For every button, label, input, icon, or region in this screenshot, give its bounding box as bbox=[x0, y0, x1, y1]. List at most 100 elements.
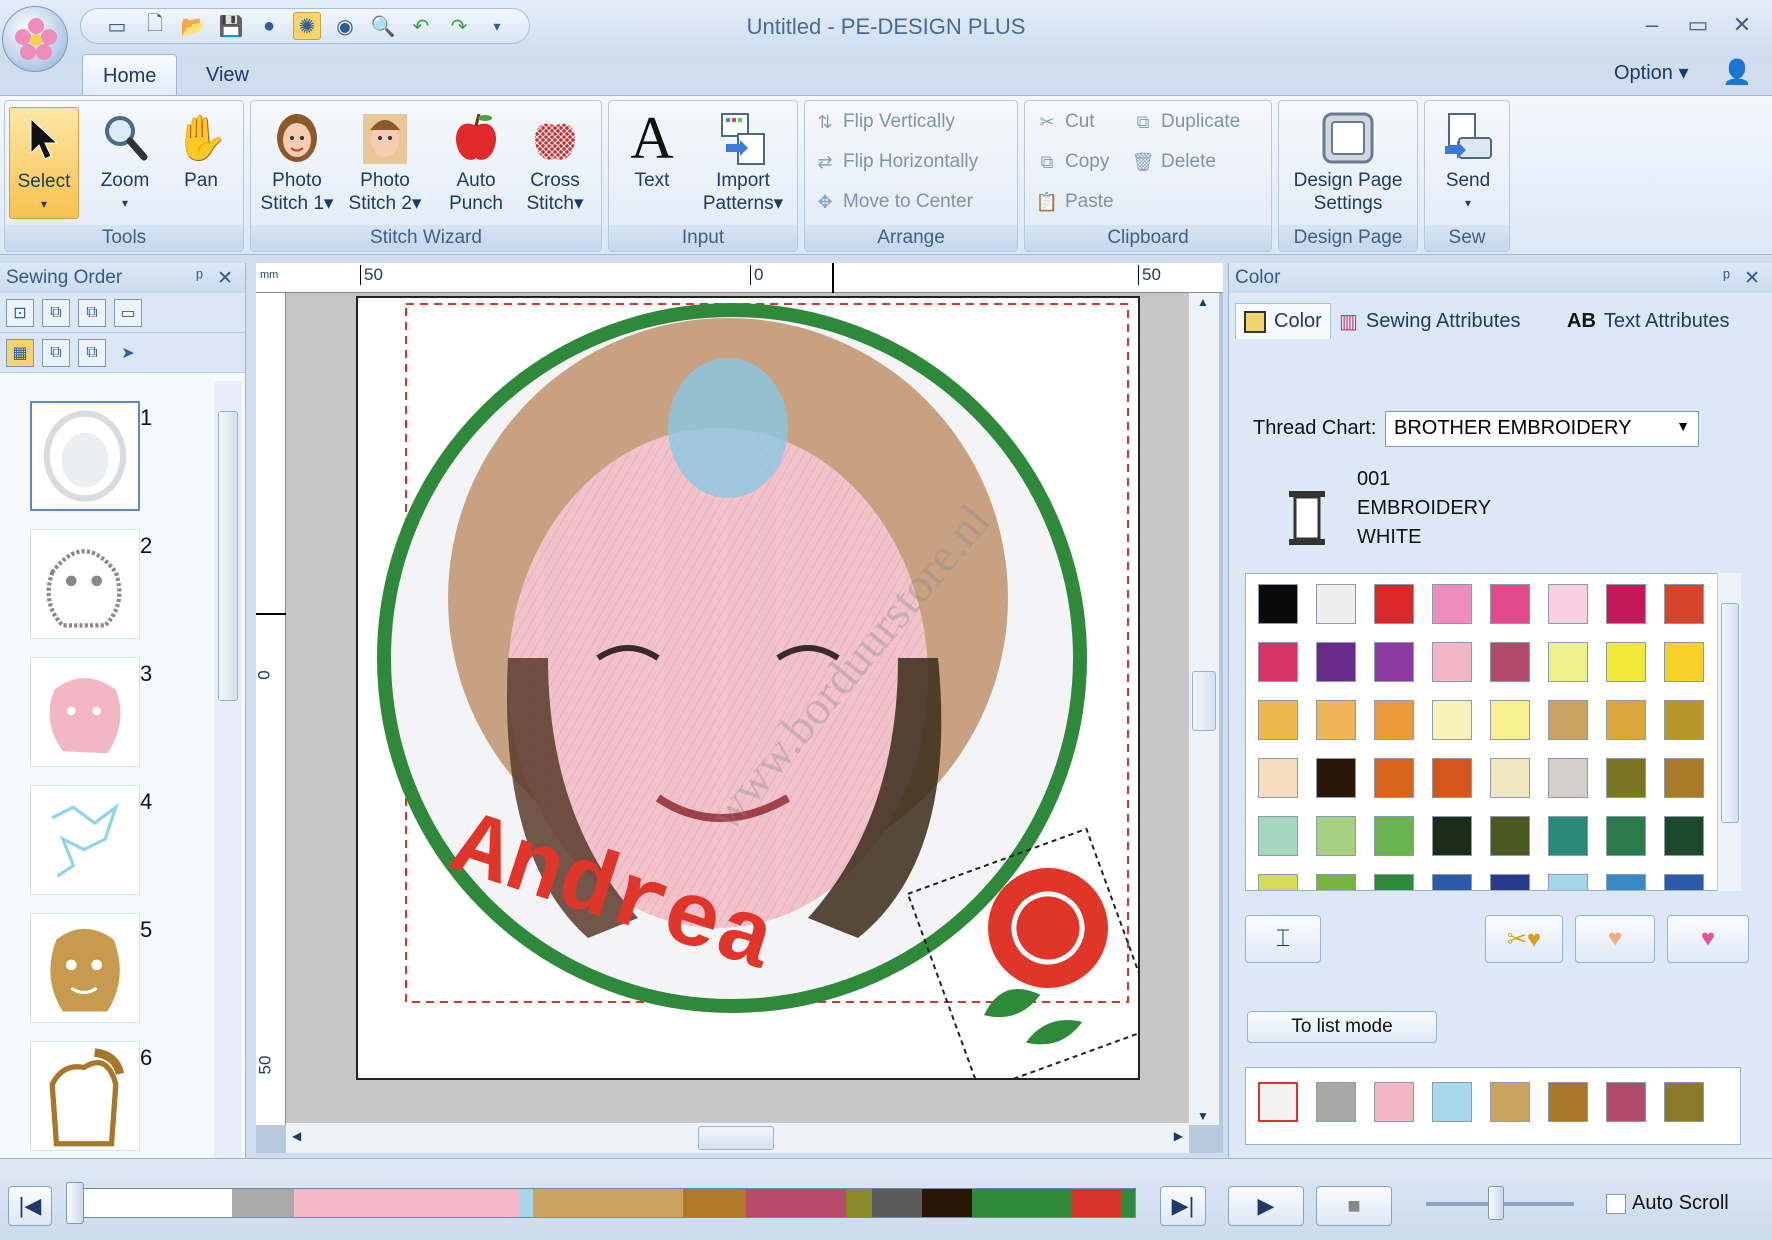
used-color-swatch[interactable] bbox=[1606, 1082, 1646, 1122]
tab-color[interactable]: Color bbox=[1235, 303, 1331, 339]
thread-color-swatch[interactable] bbox=[1606, 874, 1646, 890]
thread-color-swatch[interactable] bbox=[1490, 758, 1530, 798]
maximize-button[interactable]: ▭ bbox=[1680, 12, 1716, 38]
photo-stitch-1-button[interactable]: Photo Stitch 1▾ bbox=[257, 107, 337, 219]
speed-slider-handle[interactable] bbox=[1488, 1186, 1504, 1220]
palette-scrollbar[interactable] bbox=[1717, 573, 1741, 891]
thread-color-swatch[interactable] bbox=[1316, 874, 1356, 890]
sewing-order-item-2[interactable] bbox=[30, 529, 140, 639]
play-button[interactable]: ▶ bbox=[1228, 1186, 1304, 1226]
zoom-button[interactable]: Zoom ▾ bbox=[89, 107, 161, 219]
sewing-order-item-6[interactable] bbox=[30, 1041, 140, 1151]
application-menu-button[interactable] bbox=[2, 6, 68, 72]
close-panel-button[interactable]: ✕ bbox=[217, 267, 233, 290]
thread-color-swatch[interactable] bbox=[1374, 584, 1414, 624]
thread-color-swatch[interactable] bbox=[1606, 816, 1646, 856]
thread-color-swatch[interactable] bbox=[1258, 816, 1298, 856]
thread-color-swatch[interactable] bbox=[1490, 584, 1530, 624]
used-color-swatch[interactable] bbox=[1316, 1082, 1356, 1122]
stop-button[interactable]: ■ bbox=[1316, 1186, 1392, 1226]
close-button[interactable]: ✕ bbox=[1724, 12, 1760, 38]
embroidery-design[interactable]: Andrea www.borduurstore.nl bbox=[358, 298, 1160, 1093]
auto-punch-button[interactable]: Auto Punch bbox=[441, 107, 511, 219]
thread-color-swatch[interactable] bbox=[1606, 584, 1646, 624]
flip-vertically-button[interactable]: ⇅ Flip Vertically bbox=[813, 107, 954, 137]
thread-color-swatch[interactable] bbox=[1316, 584, 1356, 624]
move-forward-icon[interactable]: ⧉ bbox=[42, 298, 70, 327]
go-to-end-button[interactable]: ▶| bbox=[1160, 1186, 1206, 1226]
option-menu[interactable]: Option ▾ bbox=[1614, 60, 1689, 85]
scroll-up-icon[interactable]: ▲ bbox=[1197, 295, 1209, 309]
thread-color-swatch[interactable] bbox=[1490, 874, 1530, 890]
pin-icon[interactable]: ᵖ bbox=[1723, 267, 1730, 289]
thread-color-swatch[interactable] bbox=[1490, 642, 1530, 682]
go-to-start-button[interactable]: |◀ bbox=[8, 1186, 52, 1226]
scroll-thumb[interactable] bbox=[698, 1126, 774, 1150]
pan-button[interactable]: ✋ Pan bbox=[165, 107, 237, 219]
thread-color-swatch[interactable] bbox=[1374, 874, 1414, 890]
import-patterns-button[interactable]: Import Patterns▾ bbox=[695, 107, 791, 219]
scroll-left-icon[interactable]: ◀ bbox=[292, 1129, 301, 1143]
thread-color-swatch[interactable] bbox=[1374, 816, 1414, 856]
used-color-swatch[interactable] bbox=[1432, 1082, 1472, 1122]
thread-color-swatch[interactable] bbox=[1258, 584, 1298, 624]
close-panel-button[interactable]: ✕ bbox=[1744, 267, 1760, 290]
tab-view[interactable]: View bbox=[186, 54, 269, 96]
thread-color-swatch[interactable] bbox=[1548, 758, 1588, 798]
paste-button[interactable]: 📋 Paste bbox=[1035, 187, 1114, 217]
select-button[interactable]: Select ▾ bbox=[9, 107, 79, 219]
scroll-thumb[interactable] bbox=[1721, 603, 1739, 823]
thread-color-swatch[interactable] bbox=[1432, 874, 1472, 890]
thread-color-swatch[interactable] bbox=[1548, 816, 1588, 856]
thread-color-swatch[interactable] bbox=[1490, 816, 1530, 856]
thread-color-swatch[interactable] bbox=[1490, 700, 1530, 740]
scroll-down-icon[interactable]: ▼ bbox=[1197, 1109, 1209, 1123]
thread-color-swatch[interactable] bbox=[1548, 700, 1588, 740]
thread-color-swatch[interactable] bbox=[1664, 642, 1704, 682]
sewing-order-item-4[interactable] bbox=[30, 785, 140, 895]
scroll-thumb[interactable] bbox=[1192, 671, 1216, 731]
tab-sewing-attributes[interactable]: ▥ Sewing Attributes bbox=[1339, 303, 1520, 339]
cut-button[interactable]: ✂ Cut bbox=[1035, 107, 1094, 137]
thread-color-swatch[interactable] bbox=[1432, 584, 1472, 624]
thread-color-swatch[interactable] bbox=[1664, 584, 1704, 624]
sewing-order-item-5[interactable] bbox=[30, 913, 140, 1023]
thread-color-swatch[interactable] bbox=[1432, 816, 1472, 856]
delete-button[interactable]: 🗑 Delete bbox=[1131, 147, 1216, 177]
thread-color-swatch[interactable] bbox=[1664, 700, 1704, 740]
thread-color-swatch[interactable] bbox=[1664, 816, 1704, 856]
thread-chart-select[interactable]: BROTHER EMBROIDERY ▼ bbox=[1385, 411, 1699, 447]
thread-color-swatch[interactable] bbox=[1316, 700, 1356, 740]
thread-color-swatch[interactable] bbox=[1548, 642, 1588, 682]
pointer-icon[interactable]: ➤ bbox=[114, 339, 142, 367]
spool-button[interactable]: ⌶ bbox=[1245, 915, 1321, 963]
thread-color-swatch[interactable] bbox=[1664, 758, 1704, 798]
sewing-order-scrollbar[interactable] bbox=[214, 381, 242, 1158]
auto-scroll-checkbox[interactable] bbox=[1606, 1194, 1626, 1214]
progress-slider-handle[interactable] bbox=[66, 1182, 84, 1224]
thread-color-swatch[interactable] bbox=[1316, 816, 1356, 856]
move-to-center-button[interactable]: ✥ Move to Center bbox=[813, 187, 972, 217]
pin-icon[interactable]: ᵖ bbox=[196, 267, 203, 289]
minimize-button[interactable]: – bbox=[1634, 12, 1670, 38]
send-button[interactable]: Send ▾ bbox=[1431, 107, 1505, 219]
thread-color-swatch[interactable] bbox=[1374, 700, 1414, 740]
sewing-order-item-3[interactable] bbox=[30, 657, 140, 767]
canvas-horizontal-scrollbar[interactable]: ◀ ▶ bbox=[286, 1123, 1189, 1153]
flip-horizontally-button[interactable]: ⇄ Flip Horizontally bbox=[813, 147, 978, 177]
merge-icon[interactable]: ⧉ bbox=[42, 338, 70, 367]
canvas-vertical-scrollbar[interactable]: ▲ ▼ bbox=[1189, 293, 1219, 1125]
move-backward-icon[interactable]: ⧉ bbox=[78, 298, 106, 327]
thread-color-swatch[interactable] bbox=[1432, 642, 1472, 682]
thread-color-swatch[interactable] bbox=[1664, 874, 1704, 890]
thread-color-swatch[interactable] bbox=[1258, 642, 1298, 682]
scroll-right-icon[interactable]: ▶ bbox=[1174, 1129, 1183, 1143]
used-color-swatch[interactable] bbox=[1374, 1082, 1414, 1122]
thread-color-swatch[interactable] bbox=[1606, 758, 1646, 798]
thread-color-swatch[interactable] bbox=[1316, 642, 1356, 682]
thread-color-swatch[interactable] bbox=[1374, 642, 1414, 682]
user-icon[interactable]: 👤 bbox=[1722, 58, 1752, 87]
thread-color-swatch[interactable] bbox=[1258, 700, 1298, 740]
sewing-order-item-1[interactable] bbox=[30, 401, 140, 511]
used-color-swatch[interactable] bbox=[1258, 1082, 1298, 1122]
